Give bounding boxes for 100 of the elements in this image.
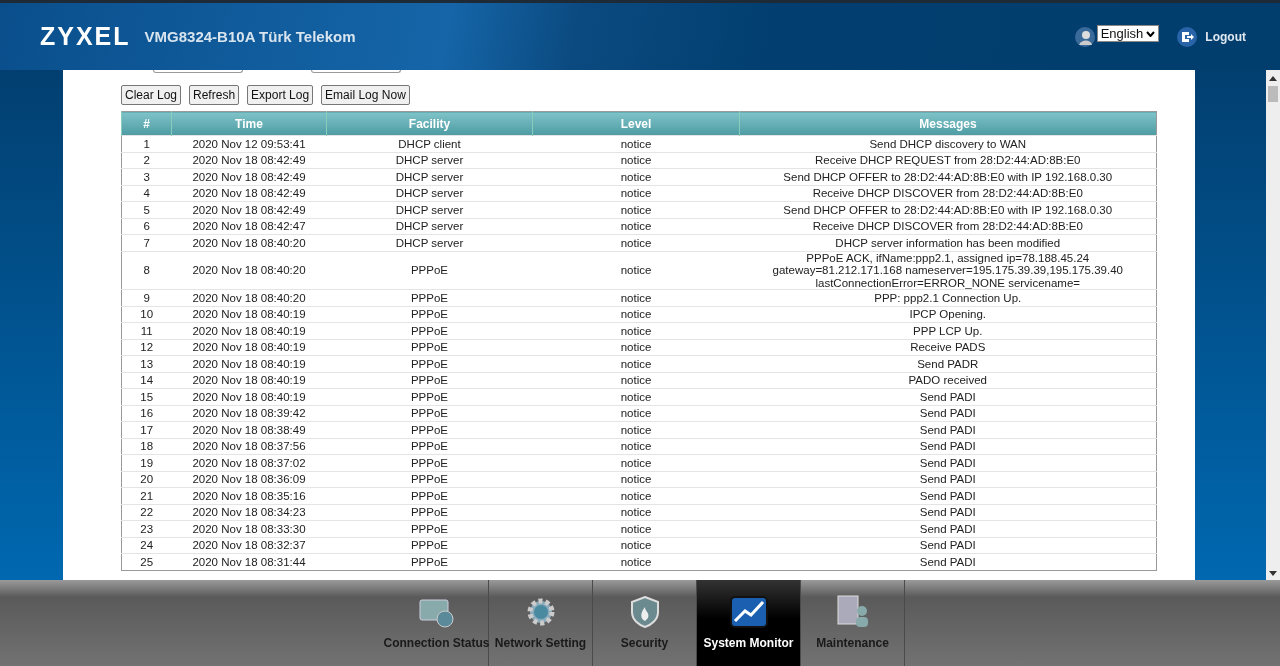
table-cell: Send DHCP discovery to WAN — [739, 135, 1157, 152]
table-cell: 2020 Nov 18 08:37:02 — [171, 454, 327, 471]
table-cell: 8 — [121, 251, 172, 290]
table-cell: 15 — [121, 388, 172, 405]
table-cell: 2020 Nov 18 08:32:37 — [171, 537, 327, 554]
table-cell: 4 — [121, 185, 172, 202]
table-cell: notice — [532, 520, 740, 537]
table-cell: PPPoE — [326, 487, 533, 504]
table-cell: 2020 Nov 18 08:40:19 — [171, 306, 327, 323]
table-cell: Send PADI — [739, 537, 1157, 554]
table-cell: Send DHCP OFFER to 28:D2:44:AD:8B:E0 with IP 192.168.0.30 — [739, 201, 1157, 218]
toolbar-button[interactable]: Clear Log — [121, 85, 182, 105]
table-cell: DHCP server — [326, 152, 533, 169]
table-cell: Receive DHCP DISCOVER from 28:D2:44:AD:8B:E0 — [739, 218, 1157, 235]
scrollbar-thumb[interactable] — [1268, 86, 1278, 102]
toolbar-button[interactable]: Email Log Now — [321, 85, 410, 105]
table-cell: DHCP server — [326, 201, 533, 218]
logout-icon[interactable] — [1177, 26, 1198, 47]
table-cell: 2020 Nov 18 08:40:19 — [171, 388, 327, 405]
table-cell: PPPoE — [326, 553, 533, 570]
table-cell: PPPoE — [326, 405, 533, 422]
scroll-down-icon[interactable] — [1269, 571, 1277, 576]
table-cell: notice — [532, 201, 740, 218]
table-cell: notice — [532, 218, 740, 235]
brand-logo: ZYXEL — [40, 22, 131, 51]
table-cell: 24 — [121, 537, 172, 554]
table-cell: 2020 Nov 18 08:42:49 — [171, 152, 327, 169]
table-cell: 2020 Nov 12 09:53:41 — [171, 135, 327, 152]
table-cell: Send PADI — [739, 487, 1157, 504]
table-cell: 2020 Nov 18 08:42:47 — [171, 218, 327, 235]
table-cell: notice — [532, 372, 740, 389]
table-cell: notice — [532, 438, 740, 455]
table-cell: 13 — [121, 355, 172, 372]
table-cell: Send PADI — [739, 438, 1157, 455]
table-cell: 2020 Nov 18 08:39:42 — [171, 405, 327, 422]
table-cell: PPPoE — [326, 504, 533, 521]
table-cell: PPPoE — [326, 454, 533, 471]
table-cell: 25 — [121, 553, 172, 570]
table-cell: 2020 Nov 18 08:40:19 — [171, 355, 327, 372]
table-cell: 19 — [121, 454, 172, 471]
column-header: Facility — [326, 111, 533, 136]
table-cell: PPPoE — [326, 520, 533, 537]
table-cell: 2020 Nov 18 08:40:19 — [171, 322, 327, 339]
table-cell: 22 — [121, 504, 172, 521]
nav-tab[interactable]: System Monitor — [697, 580, 801, 666]
table-cell: 14 — [121, 372, 172, 389]
table-cell: Send DHCP OFFER to 28:D2:44:AD:8B:E0 with IP 192.168.0.30 — [739, 168, 1157, 185]
table-cell: notice — [532, 289, 740, 306]
table-cell: PPPoE — [326, 537, 533, 554]
line-chart-icon — [729, 596, 768, 628]
table-cell: 1 — [121, 135, 172, 152]
table-cell: 2020 Nov 18 08:40:19 — [171, 372, 327, 389]
table-cell: 9 — [121, 289, 172, 306]
language-select[interactable]: English — [1096, 25, 1160, 42]
table-cell: Send PADI — [739, 405, 1157, 422]
table-cell: 2020 Nov 18 08:40:19 — [171, 339, 327, 356]
table-cell: PPPoE — [326, 339, 533, 356]
table-cell: 2020 Nov 18 08:40:20 — [171, 251, 327, 290]
table-cell: 18 — [121, 438, 172, 455]
table-cell: 2 — [121, 152, 172, 169]
table-cell: notice — [532, 152, 740, 169]
table-cell: notice — [532, 339, 740, 356]
column-header: Messages — [739, 111, 1157, 136]
toolbar-button[interactable]: Export Log — [247, 85, 314, 105]
toolbar-button[interactable]: Refresh — [189, 85, 240, 105]
table-cell: 2020 Nov 18 08:34:23 — [171, 504, 327, 521]
table-cell: PPPoE — [326, 372, 533, 389]
table-cell: notice — [532, 487, 740, 504]
table-cell: DHCP server — [326, 218, 533, 235]
shield-flame-icon — [629, 596, 660, 628]
table-cell: notice — [532, 454, 740, 471]
table-cell: 16 — [121, 405, 172, 422]
table-cell: 21 — [121, 487, 172, 504]
column-header: Time — [171, 111, 327, 136]
cabinet-person-icon — [835, 594, 870, 628]
column-header: # — [121, 111, 172, 136]
table-cell: PPPoE ACK, ifName:ppp2.1, assigned ip=78.188.45.24 gateway=81.212.171.168 nameserver=195.175.39.39,195.175.39.40 lastConnectionError=ERROR_NONE servicename= — [739, 251, 1157, 290]
table-cell: 20 — [121, 471, 172, 488]
table-cell: Send PADI — [739, 520, 1157, 537]
table-cell: DHCP server — [326, 234, 533, 251]
table-cell: 10 — [121, 306, 172, 323]
table-cell: 7 — [121, 234, 172, 251]
table-cell: notice — [532, 471, 740, 488]
table-cell: 2020 Nov 18 08:35:16 — [171, 487, 327, 504]
table-cell: DHCP server — [326, 168, 533, 185]
table-cell: Send PADI — [739, 421, 1157, 438]
table-cell: 23 — [121, 520, 172, 537]
table-cell: 2020 Nov 18 08:38:49 — [171, 421, 327, 438]
table-cell: Receive DHCP DISCOVER from 28:D2:44:AD:8B:E0 — [739, 185, 1157, 202]
table-cell: Send PADI — [739, 553, 1157, 570]
table-cell: 11 — [121, 322, 172, 339]
table-cell: Send PADI — [739, 504, 1157, 521]
scroll-up-icon[interactable] — [1269, 76, 1277, 81]
table-cell: PPPoE — [326, 471, 533, 488]
table-cell: notice — [532, 537, 740, 554]
table-cell: Send PADI — [739, 388, 1157, 405]
logout-link[interactable]: Logout — [1205, 29, 1246, 44]
table-cell: 2020 Nov 18 08:37:56 — [171, 438, 327, 455]
table-cell: 17 — [121, 421, 172, 438]
table-cell: 2020 Nov 18 08:40:20 — [171, 289, 327, 306]
